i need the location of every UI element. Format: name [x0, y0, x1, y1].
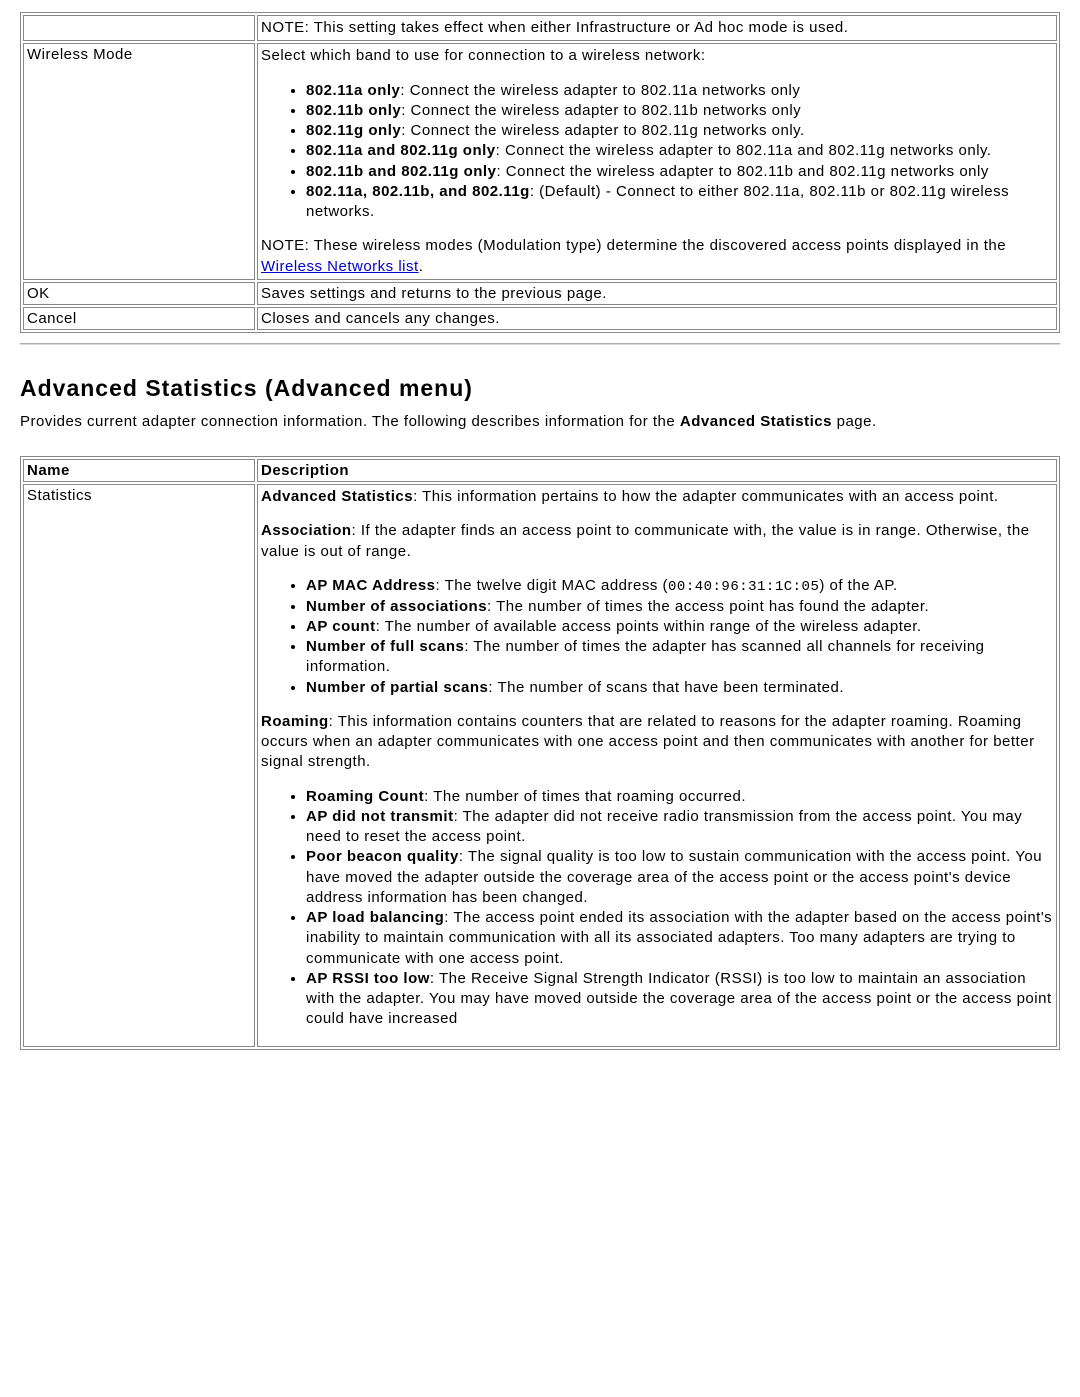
note-text: NOTE: These wireless modes (Modulation t… [261, 236, 1053, 277]
list-item: Roaming Count: The number of times that … [306, 787, 1053, 807]
list-item: 802.11a and 802.11g only: Connect the wi… [306, 141, 1053, 161]
list-item: AP count: The number of available access… [306, 617, 1053, 637]
setting-desc-cell: NOTE: This setting takes effect when eit… [257, 15, 1057, 41]
setting-desc-cell: Saves settings and returns to the previo… [257, 282, 1057, 305]
list-item: 802.11b only: Connect the wireless adapt… [306, 101, 1053, 121]
stat-desc-cell: Advanced Statistics: This information pe… [257, 484, 1057, 1047]
list-item: Poor beacon quality: The signal quality … [306, 847, 1053, 908]
roaming-list: Roaming Count: The number of times that … [261, 787, 1053, 1030]
note-text: NOTE: This setting takes effect when eit… [261, 18, 1053, 38]
setting-desc-cell: Closes and cancels any changes. [257, 307, 1057, 330]
association-list: AP MAC Address: The twelve digit MAC add… [261, 576, 1053, 698]
wireless-mode-list: 802.11a only: Connect the wireless adapt… [261, 81, 1053, 223]
setting-name-cell: OK [23, 282, 255, 305]
list-item: 802.11a, 802.11b, and 802.11g: (Default)… [306, 182, 1053, 223]
table-row: Statistics Advanced Statistics: This inf… [23, 484, 1057, 1047]
column-header: Name [23, 459, 255, 482]
list-item: AP load balancing: The access point ende… [306, 908, 1053, 969]
section-heading: Advanced Statistics (Advanced menu) [20, 375, 1060, 402]
statistics-table: Name Description Statistics Advanced Sta… [20, 456, 1060, 1050]
table-row: NOTE: This setting takes effect when eit… [23, 15, 1057, 41]
list-item: AP RSSI too low: The Receive Signal Stre… [306, 969, 1053, 1030]
paragraph: Association: If the adapter finds an acc… [261, 521, 1053, 562]
list-item: AP MAC Address: The twelve digit MAC add… [306, 576, 1053, 597]
intro-text: Select which band to use for connection … [261, 46, 1053, 66]
list-item: 802.11b and 802.11g only: Connect the wi… [306, 162, 1053, 182]
table-row: Cancel Closes and cancels any changes. [23, 307, 1057, 330]
table-header-row: Name Description [23, 459, 1057, 482]
column-header: Description [257, 459, 1057, 482]
stat-name-cell: Statistics [23, 484, 255, 1047]
setting-name-cell: Cancel [23, 307, 255, 330]
list-item: 802.11a only: Connect the wireless adapt… [306, 81, 1053, 101]
setting-name-cell: Wireless Mode [23, 43, 255, 280]
list-item: Number of associations: The number of ti… [306, 597, 1053, 617]
setting-name-cell [23, 15, 255, 41]
section-divider [20, 343, 1060, 345]
list-item: Number of full scans: The number of time… [306, 637, 1053, 678]
list-item: Number of partial scans: The number of s… [306, 678, 1053, 698]
list-item: 802.11g only: Connect the wireless adapt… [306, 121, 1053, 141]
settings-table: NOTE: This setting takes effect when eit… [20, 12, 1060, 333]
setting-desc-cell: Select which band to use for connection … [257, 43, 1057, 280]
table-row: Wireless Mode Select which band to use f… [23, 43, 1057, 280]
wireless-networks-link[interactable]: Wireless Networks list [261, 258, 419, 275]
section-intro: Provides current adapter connection info… [20, 412, 1060, 432]
paragraph: Advanced Statistics: This information pe… [261, 487, 1053, 507]
table-row: OK Saves settings and returns to the pre… [23, 282, 1057, 305]
list-item: AP did not transmit: The adapter did not… [306, 807, 1053, 848]
paragraph: Roaming: This information contains count… [261, 712, 1053, 773]
